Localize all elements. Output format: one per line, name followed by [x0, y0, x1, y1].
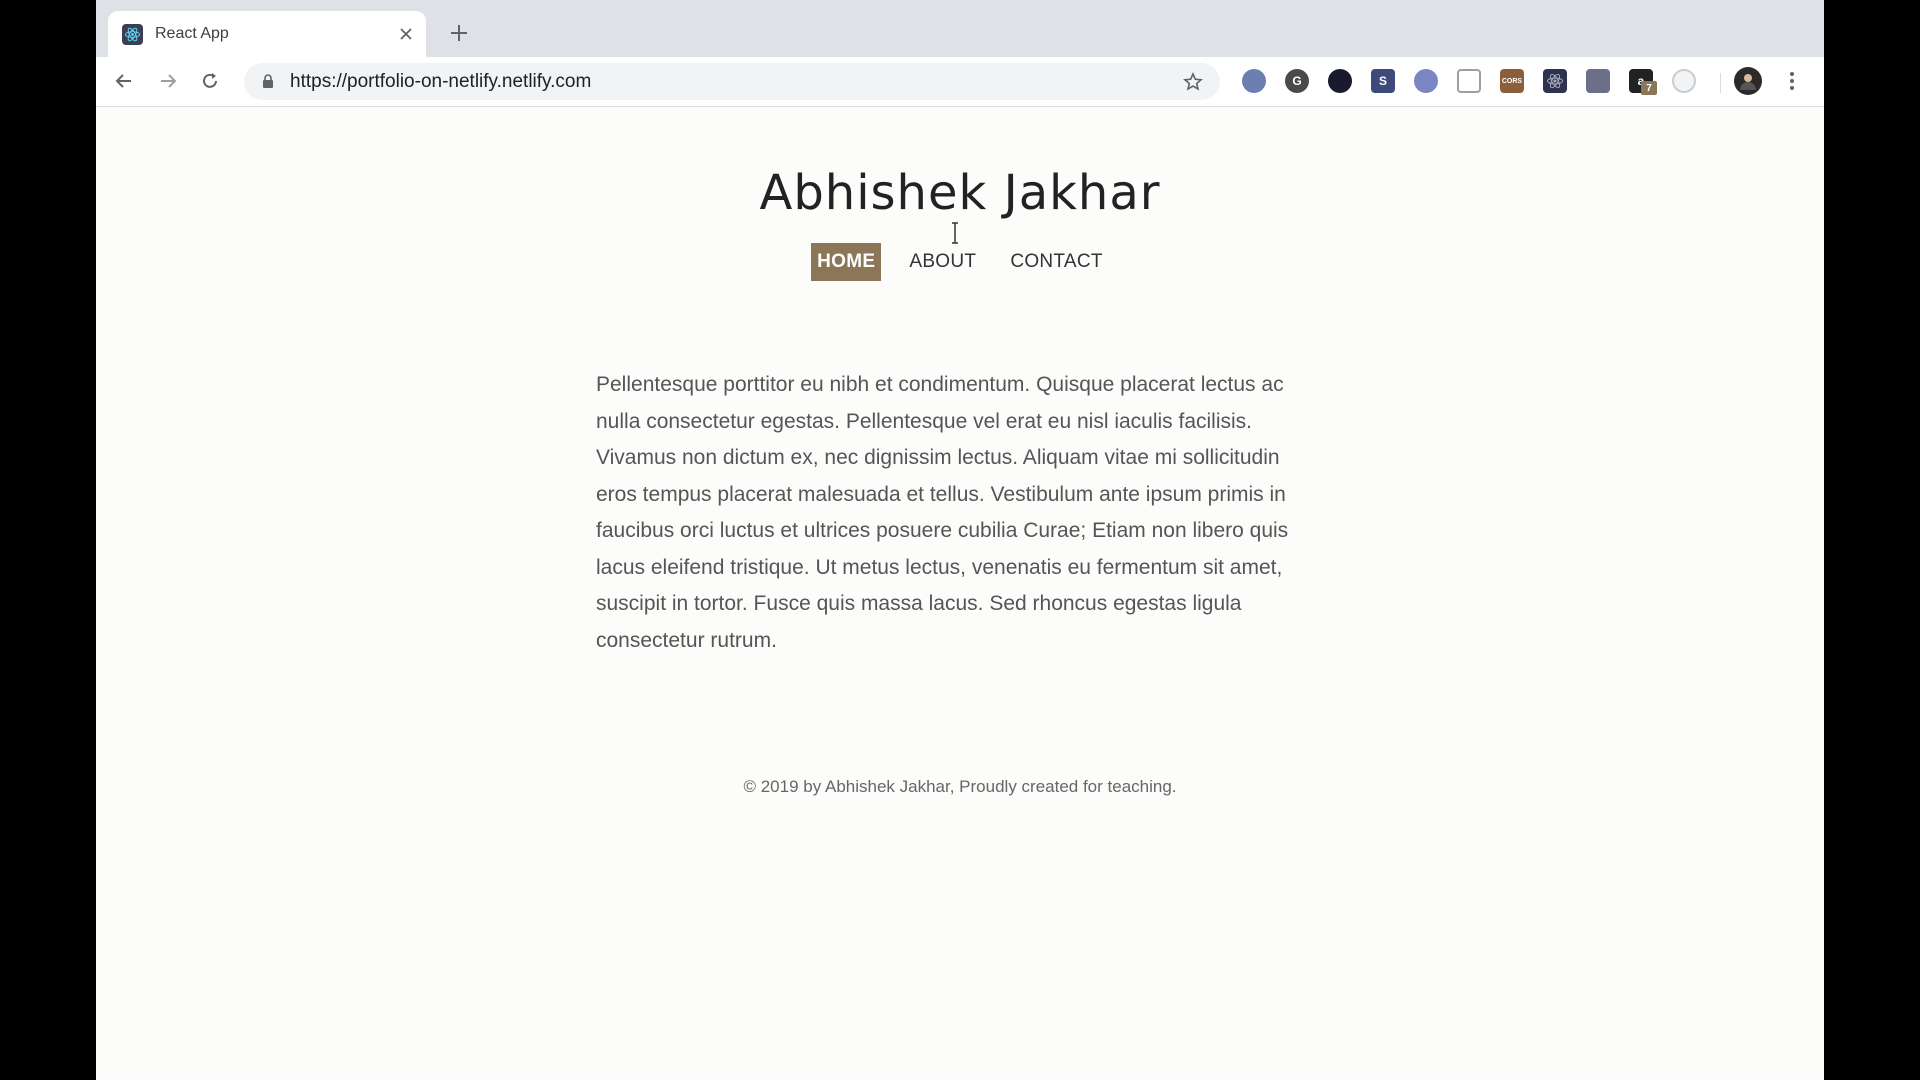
- react-favicon-icon: [122, 23, 143, 45]
- url-text: https://portfolio-on-netlify.netlify.com: [290, 70, 592, 92]
- web-page: Abhishek Jakhar HOME ABOUT CONTACT Pelle…: [96, 107, 1824, 1080]
- tab-title: React App: [155, 25, 229, 42]
- site-footer: © 2019 by Abhishek Jakhar, Proudly creat…: [743, 777, 1177, 796]
- bookmark-star-icon[interactable]: [1178, 67, 1208, 97]
- ext-globe-icon[interactable]: [1414, 69, 1438, 93]
- browser-toolbar: https://portfolio-on-netlify.netlify.com…: [96, 57, 1824, 107]
- ext-film-icon[interactable]: [1586, 69, 1610, 93]
- ext-1-icon[interactable]: [1242, 69, 1266, 93]
- ext-shield-icon[interactable]: [1457, 69, 1481, 93]
- ext-react-icon[interactable]: [1543, 69, 1567, 93]
- ext-dark-icon[interactable]: [1328, 69, 1352, 93]
- toolbar-divider: [1720, 73, 1721, 93]
- screen: React App https://portfolio-on-netlify.n…: [0, 0, 1920, 1080]
- browser-tab[interactable]: React App: [108, 11, 426, 57]
- reload-button[interactable]: [194, 65, 226, 97]
- browser-menu-icon[interactable]: [1784, 69, 1800, 93]
- lock-icon[interactable]: [260, 73, 276, 91]
- back-button[interactable]: [108, 65, 140, 97]
- person-icon: [1740, 74, 1756, 90]
- new-tab-button[interactable]: [444, 18, 474, 48]
- reload-icon: [203, 73, 217, 88]
- site-title: Abhishek Jakhar: [759, 165, 1161, 221]
- home-paragraph: Pellentesque porttitor eu nibh et condim…: [596, 373, 1289, 652]
- tab-close-icon[interactable]: [392, 20, 420, 48]
- nav-contact-link[interactable]: CONTACT: [1004, 243, 1109, 281]
- site-nav: HOME ABOUT CONTACT: [96, 243, 1824, 281]
- back-arrow-icon: [115, 74, 131, 88]
- nav-about-link[interactable]: ABOUT: [903, 243, 982, 281]
- tab-strip: React App: [96, 0, 1824, 57]
- forward-arrow-icon: [161, 74, 177, 88]
- ext-circle-icon[interactable]: [1672, 69, 1696, 93]
- amazon-badge: 7: [1641, 81, 1657, 95]
- ext-amazon-icon[interactable]: a 7: [1629, 69, 1657, 95]
- ext-s-icon[interactable]: S: [1371, 69, 1395, 93]
- address-bar[interactable]: https://portfolio-on-netlify.netlify.com: [244, 63, 1220, 100]
- forward-button[interactable]: [152, 65, 184, 97]
- ext-grammarly-icon[interactable]: G: [1285, 69, 1309, 93]
- nav-home-link[interactable]: HOME: [811, 243, 882, 281]
- text-cursor-icon: [952, 222, 958, 244]
- browser-window: React App https://portfolio-on-netlify.n…: [96, 0, 1824, 1080]
- ext-cors-icon[interactable]: CORS: [1500, 69, 1524, 93]
- profile-avatar[interactable]: [1734, 67, 1762, 95]
